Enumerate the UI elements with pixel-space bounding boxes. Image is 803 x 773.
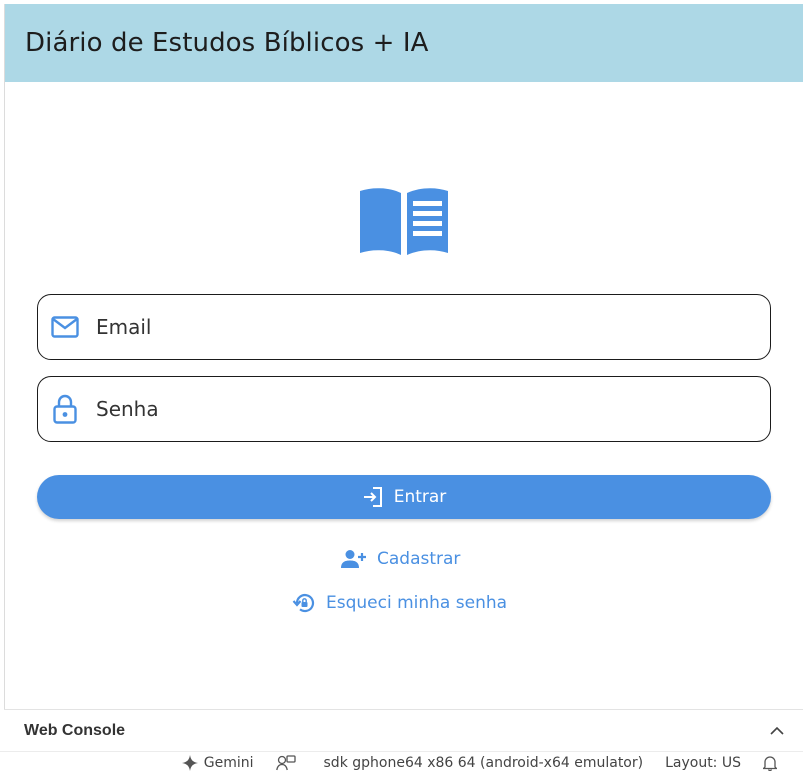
email-input[interactable]	[96, 315, 696, 339]
email-field[interactable]	[37, 294, 771, 360]
web-console-bar[interactable]: Web Console	[4, 709, 803, 751]
forgot-password-link[interactable]: Esqueci minha senha	[292, 591, 507, 615]
web-console-title: Web Console	[24, 721, 126, 739]
feedback-status[interactable]	[275, 754, 302, 771]
device-status[interactable]: sdk gphone64 x86 64 (android-x64 emulato…	[324, 755, 644, 771]
layout-status[interactable]: Layout: US	[665, 755, 741, 771]
chevron-up-icon[interactable]	[769, 726, 785, 736]
login-button-label: Entrar	[393, 487, 447, 507]
password-field[interactable]	[37, 376, 771, 442]
lock-reset-icon	[292, 594, 315, 613]
forgot-password-label: Esqueci minha senha	[326, 593, 508, 613]
lock-icon	[50, 394, 80, 424]
app-title: Diário de Estudos Bíblicos + IA	[25, 28, 429, 58]
book-icon	[360, 188, 448, 255]
login-icon	[363, 487, 382, 507]
login-button[interactable]: Entrar	[37, 475, 771, 519]
register-label: Cadastrar	[377, 549, 461, 569]
notifications[interactable]	[763, 755, 783, 771]
feedback-icon	[275, 754, 296, 770]
sparkle-icon	[181, 754, 198, 771]
app-bar: Diário de Estudos Bíblicos + IA	[5, 4, 803, 82]
person-add-icon	[341, 550, 366, 568]
password-input[interactable]	[96, 397, 696, 421]
gemini-label: Gemini	[203, 754, 254, 771]
status-bar: Gemini sdk gphone64 x86 64 (android-x64 …	[0, 751, 803, 773]
gemini-status[interactable]: Gemini	[181, 754, 254, 771]
app-frame: Diário de Estudos Bíblicos + IA Email En…	[4, 4, 803, 709]
mail-icon	[50, 312, 80, 342]
bell-icon	[763, 755, 777, 771]
register-link[interactable]: Cadastrar	[341, 547, 460, 571]
